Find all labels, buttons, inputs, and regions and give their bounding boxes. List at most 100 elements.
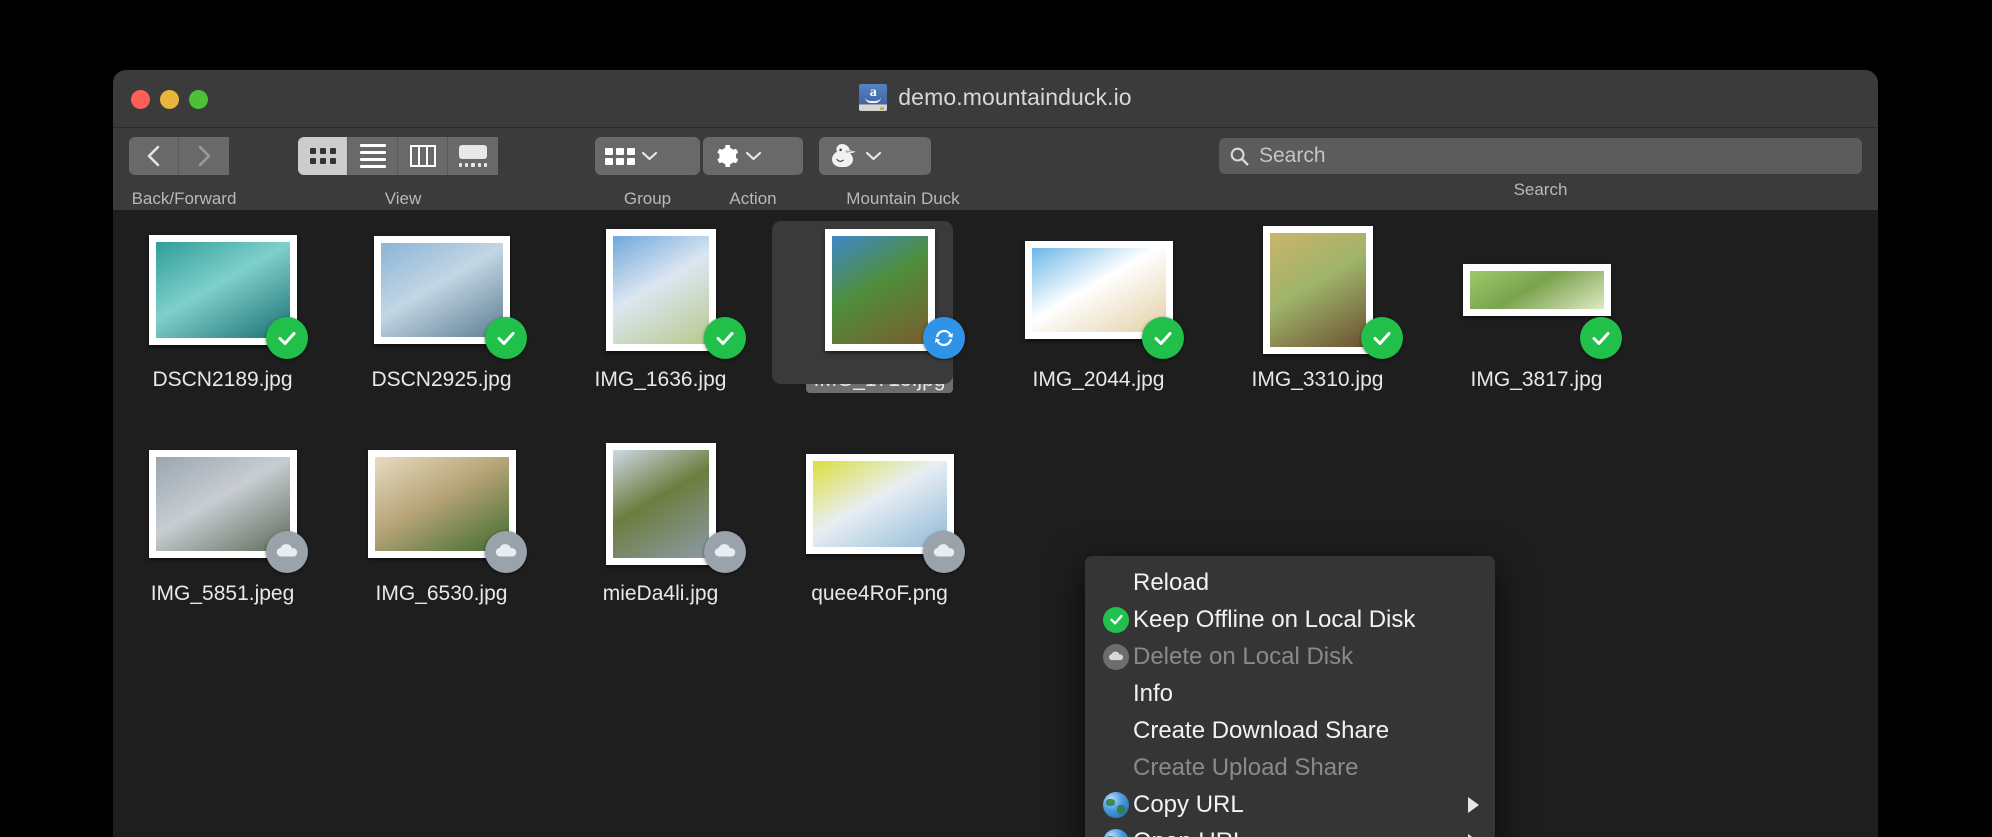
submenu-arrow-icon	[1468, 796, 1479, 813]
sync-status-badge	[1579, 317, 1622, 359]
column-view-icon	[409, 145, 436, 167]
check-icon	[1373, 332, 1390, 345]
file-name: IMG_3817.jpg	[1470, 368, 1603, 391]
sync-status-badge	[265, 531, 308, 573]
view-label: View	[384, 189, 422, 208]
context-menu-item[interactable]: Open URL	[1085, 823, 1495, 837]
menu-item-label: Keep Offline on Local Disk	[1133, 605, 1416, 633]
menu-item-icon	[1099, 643, 1133, 670]
mountain-duck-button[interactable]	[819, 137, 931, 175]
file-item[interactable]: DSCN2189.jpg	[113, 221, 332, 393]
context-menu-item[interactable]: Create Download Share	[1085, 712, 1495, 749]
search-placeholder: Search	[1259, 144, 1326, 167]
menu-item-label: Reload	[1133, 568, 1210, 596]
file-thumbnail-wrap	[1024, 229, 1184, 359]
chevron-left-icon	[147, 145, 159, 167]
file-name: mieDa4li.jpg	[602, 582, 719, 605]
globe-icon	[1103, 828, 1129, 837]
file-thumbnail-wrap	[1243, 226, 1403, 359]
gallery-view-icon	[459, 145, 488, 167]
file-item[interactable]: IMG_6530.jpg	[332, 435, 551, 607]
menu-item-label: Delete on Local Disk	[1133, 642, 1354, 670]
view-icon-button[interactable]	[298, 137, 348, 175]
sync-status-badge	[703, 531, 746, 573]
forward-button[interactable]	[179, 137, 229, 175]
view-segmented[interactable]	[298, 137, 508, 175]
window-title: demo.mountainduck.io	[898, 84, 1132, 110]
file-item[interactable]: IMG_5851.jpeg	[113, 435, 332, 607]
sync-status-badge	[922, 317, 965, 359]
file-name: IMG_5851.jpeg	[150, 582, 295, 605]
context-menu-item[interactable]: Keep Offline on Local Disk	[1085, 601, 1495, 638]
file-item[interactable]: IMG_3817.jpg	[1427, 221, 1646, 393]
search-input[interactable]: Search	[1219, 138, 1862, 174]
file-thumbnail-wrap	[148, 443, 308, 573]
file-row: DSCN2189.jpg DSCN2925.jpg IMG_1636.jpg I…	[113, 221, 1878, 393]
file-name: IMG_3310.jpg	[1251, 368, 1384, 391]
menu-item-label: Create Download Share	[1133, 716, 1390, 744]
file-thumbnail	[605, 443, 716, 565]
context-menu[interactable]: Reload Keep Offline on Local Disk Delete…	[1085, 556, 1495, 837]
s3-drive-icon: a	[859, 84, 888, 111]
file-name: DSCN2189.jpg	[152, 368, 293, 391]
sync-status-badge	[484, 531, 527, 573]
submenu-arrow-icon	[1468, 833, 1479, 837]
back-forward-segmented[interactable]	[129, 137, 239, 175]
check-circle-icon	[1103, 606, 1129, 633]
file-name: DSCN2925.jpg	[371, 368, 512, 391]
mountain-duck-group: Mountain Duck	[819, 137, 987, 208]
back-forward-label: Back/Forward	[131, 189, 237, 208]
file-item[interactable]: IMG_1713.jpg	[770, 221, 989, 393]
file-thumbnail-wrap	[1462, 229, 1622, 359]
sync-status-badge	[1360, 317, 1403, 359]
menu-item-label: Copy URL	[1133, 790, 1244, 818]
back-button[interactable]	[129, 137, 179, 175]
chevron-down-icon	[641, 151, 658, 161]
group-button[interactable]	[595, 137, 700, 175]
file-item[interactable]: mieDa4li.jpg	[551, 435, 770, 607]
context-menu-item[interactable]: Copy URL	[1085, 786, 1495, 823]
gear-icon	[717, 144, 739, 168]
file-thumbnail	[1462, 264, 1611, 316]
check-icon	[716, 332, 733, 345]
back-forward-group: Back/Forward	[129, 137, 239, 208]
context-menu-item[interactable]: Reload	[1085, 564, 1495, 601]
context-menu-item[interactable]: Info	[1085, 675, 1495, 712]
file-thumbnail-wrap	[148, 229, 308, 359]
file-thumbnail	[1262, 226, 1373, 354]
file-row: IMG_5851.jpeg IMG_6530.jpg mieDa4li.jpg …	[113, 435, 1878, 607]
file-name: IMG_1636.jpg	[594, 368, 727, 391]
sync-status-badge	[1141, 317, 1184, 359]
view-list-button[interactable]	[348, 137, 398, 175]
action-button[interactable]	[703, 137, 803, 175]
file-thumbnail-wrap	[586, 229, 746, 359]
sync-status-badge	[922, 531, 965, 573]
globe-icon	[1103, 791, 1129, 818]
file-thumbnail	[824, 229, 935, 351]
group-group: Group	[595, 137, 700, 208]
file-item[interactable]: IMG_1636.jpg	[551, 221, 770, 393]
file-item[interactable]: IMG_2044.jpg	[989, 221, 1208, 393]
file-thumbnail	[605, 229, 716, 351]
file-thumbnail-wrap	[805, 229, 965, 359]
menu-item-icon	[1099, 791, 1133, 818]
view-gallery-button[interactable]	[448, 137, 498, 175]
view-group: View	[298, 137, 508, 208]
file-browser-content[interactable]: DSCN2189.jpg DSCN2925.jpg IMG_1636.jpg I…	[113, 211, 1878, 837]
check-icon	[497, 332, 514, 345]
sync-icon	[934, 329, 953, 347]
action-group: Action	[703, 137, 803, 208]
file-name: quee4RoF.png	[811, 582, 948, 605]
file-item[interactable]: quee4RoF.png	[770, 435, 989, 607]
file-name: IMG_6530.jpg	[375, 582, 508, 605]
menu-item-label: Create Upload Share	[1133, 753, 1359, 781]
file-name: IMG_1713.jpg	[805, 367, 954, 393]
mountain-duck-icon	[832, 144, 856, 167]
file-item[interactable]: IMG_3310.jpg	[1208, 221, 1427, 393]
file-item[interactable]: DSCN2925.jpg	[332, 221, 551, 393]
menu-item-label: Open URL	[1133, 828, 1246, 837]
chevron-right-icon	[198, 145, 211, 167]
menu-item-label: Info	[1133, 679, 1174, 707]
view-columns-button[interactable]	[398, 137, 448, 175]
group-icon	[605, 147, 635, 165]
